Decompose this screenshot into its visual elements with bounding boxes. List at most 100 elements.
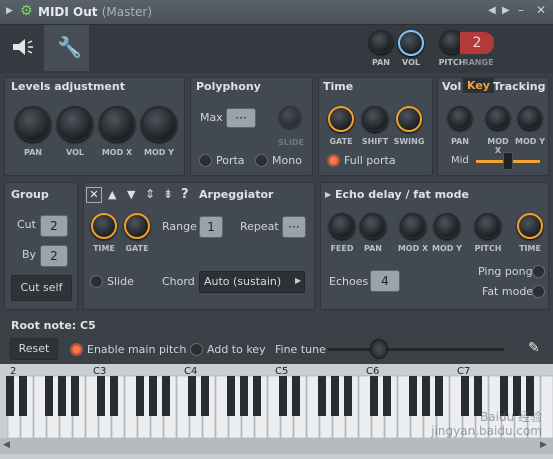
arp-time-knob[interactable]: [91, 213, 117, 239]
levels-title: Levels adjustment: [11, 80, 125, 93]
fat-mode-label: Fat mode: [482, 285, 534, 298]
black-key[interactable]: [6, 376, 14, 416]
levels-pan-knob[interactable]: [15, 106, 51, 142]
add-to-key-radio[interactable]: [190, 343, 203, 356]
next-arrow-icon[interactable]: ▶: [502, 5, 510, 16]
black-key[interactable]: [97, 376, 105, 416]
black-key[interactable]: [370, 376, 378, 416]
black-key[interactable]: [318, 376, 326, 416]
time-shift-knob[interactable]: [362, 106, 388, 132]
black-key[interactable]: [58, 376, 66, 416]
levels-mody-knob[interactable]: [141, 106, 177, 142]
black-key[interactable]: [383, 376, 391, 416]
close-icon[interactable]: ✕: [536, 3, 546, 17]
range-spinner[interactable]: 1: [199, 216, 223, 238]
arp-up-icon[interactable]: ▲: [108, 188, 116, 201]
scroll-right-icon[interactable]: ▶: [540, 440, 547, 450]
tracking-mody-knob[interactable]: [518, 106, 542, 130]
black-key[interactable]: [409, 376, 417, 416]
echo-pan-knob[interactable]: [360, 213, 386, 239]
white-key[interactable]: [306, 375, 320, 439]
speaker-icon[interactable]: [12, 38, 34, 56]
white-key[interactable]: [215, 375, 229, 439]
black-key[interactable]: [136, 376, 144, 416]
fat-mode-radio[interactable]: [532, 285, 545, 298]
echoes-label: Echoes: [329, 275, 369, 288]
echo-modx-knob[interactable]: [400, 213, 426, 239]
arp-gate-knob[interactable]: [124, 213, 150, 239]
black-key[interactable]: [253, 376, 261, 416]
white-key[interactable]: [33, 375, 47, 439]
scroll-left-icon[interactable]: ◀: [3, 440, 10, 450]
top-vol-knob[interactable]: [398, 30, 424, 56]
porta-radio[interactable]: [199, 154, 212, 167]
menu-arrow-icon[interactable]: ▶: [6, 6, 13, 16]
white-key[interactable]: [267, 375, 281, 439]
black-key[interactable]: [331, 376, 339, 416]
echo-arrow-icon[interactable]: ▶: [325, 190, 331, 199]
prev-arrow-icon[interactable]: ◀: [488, 5, 496, 16]
edit-pencil-icon[interactable]: ✎: [528, 340, 540, 356]
tracking-key-tab[interactable]: Key: [463, 78, 494, 93]
slide-knob[interactable]: [279, 106, 301, 128]
chord-dropdown[interactable]: Auto (sustain) ▶: [199, 271, 305, 293]
black-key[interactable]: [227, 376, 235, 416]
black-key[interactable]: [240, 376, 248, 416]
fine-tune-slider-track[interactable]: [328, 348, 504, 351]
black-key[interactable]: [188, 376, 196, 416]
arp-down-icon[interactable]: ▼: [127, 188, 135, 201]
black-key[interactable]: [110, 376, 118, 416]
reset-button[interactable]: Reset: [10, 338, 58, 360]
black-key[interactable]: [45, 376, 53, 416]
chord-arrow-icon: ▶: [295, 276, 302, 285]
echo-time-knob[interactable]: [517, 213, 543, 239]
white-key[interactable]: [358, 375, 372, 439]
white-key[interactable]: [124, 375, 138, 439]
minimize-icon[interactable]: –: [518, 3, 524, 17]
white-key[interactable]: [176, 375, 190, 439]
mid-slider-handle[interactable]: [503, 152, 513, 170]
tracking-modx-knob[interactable]: [486, 106, 510, 130]
black-key[interactable]: [279, 376, 287, 416]
tracking-vol-tab[interactable]: Vol: [442, 80, 461, 93]
by-spinner[interactable]: 2: [40, 245, 68, 267]
full-porta-radio[interactable]: [327, 154, 340, 167]
black-key[interactable]: [344, 376, 352, 416]
arp-sticky-icon[interactable]: ⇟: [163, 187, 173, 201]
fine-tune-slider-handle[interactable]: [370, 339, 388, 359]
keyboard-scrollbar[interactable]: ◀ ▶: [0, 438, 553, 454]
black-key[interactable]: [162, 376, 170, 416]
range-display[interactable]: 2: [460, 32, 494, 54]
arp-random-icon[interactable]: ?: [181, 187, 189, 202]
black-key[interactable]: [149, 376, 157, 416]
echoes-spinner[interactable]: 4: [370, 270, 400, 292]
tracking-pan-knob[interactable]: [448, 106, 472, 130]
white-key[interactable]: [397, 375, 411, 439]
levels-vol-knob[interactable]: [57, 106, 93, 142]
arp-updown-icon[interactable]: ⇕: [145, 187, 155, 201]
ping-pong-radio[interactable]: [532, 265, 545, 278]
cut-spinner[interactable]: 2: [40, 215, 68, 237]
arp-slide-radio[interactable]: [90, 275, 103, 288]
black-key[interactable]: [19, 376, 27, 416]
black-key[interactable]: [71, 376, 79, 416]
echo-mody-knob[interactable]: [434, 213, 460, 239]
arp-off-icon[interactable]: ✕: [86, 187, 102, 203]
black-key[interactable]: [292, 376, 300, 416]
title-bar: ▶ ⚙ MIDI Out (Master) ◀ ▶ – ✕: [0, 0, 553, 25]
repeat-spinner[interactable]: ···: [282, 216, 306, 238]
echo-pitch-knob[interactable]: [475, 213, 501, 239]
white-key[interactable]: [85, 375, 99, 439]
time-swing-knob[interactable]: [396, 106, 422, 132]
enable-main-pitch-radio[interactable]: [70, 343, 83, 356]
max-spinner[interactable]: ···: [226, 108, 256, 128]
top-pan-knob[interactable]: [369, 30, 393, 54]
white-key[interactable]: [540, 375, 553, 439]
mono-radio[interactable]: [255, 154, 268, 167]
time-gate-knob[interactable]: [328, 106, 354, 132]
echo-feed-knob[interactable]: [329, 213, 355, 239]
cut-self-button[interactable]: Cut self: [11, 275, 72, 301]
levels-modx-knob[interactable]: [99, 106, 135, 142]
black-key[interactable]: [201, 376, 209, 416]
settings-tab[interactable]: 🔧: [44, 25, 89, 71]
